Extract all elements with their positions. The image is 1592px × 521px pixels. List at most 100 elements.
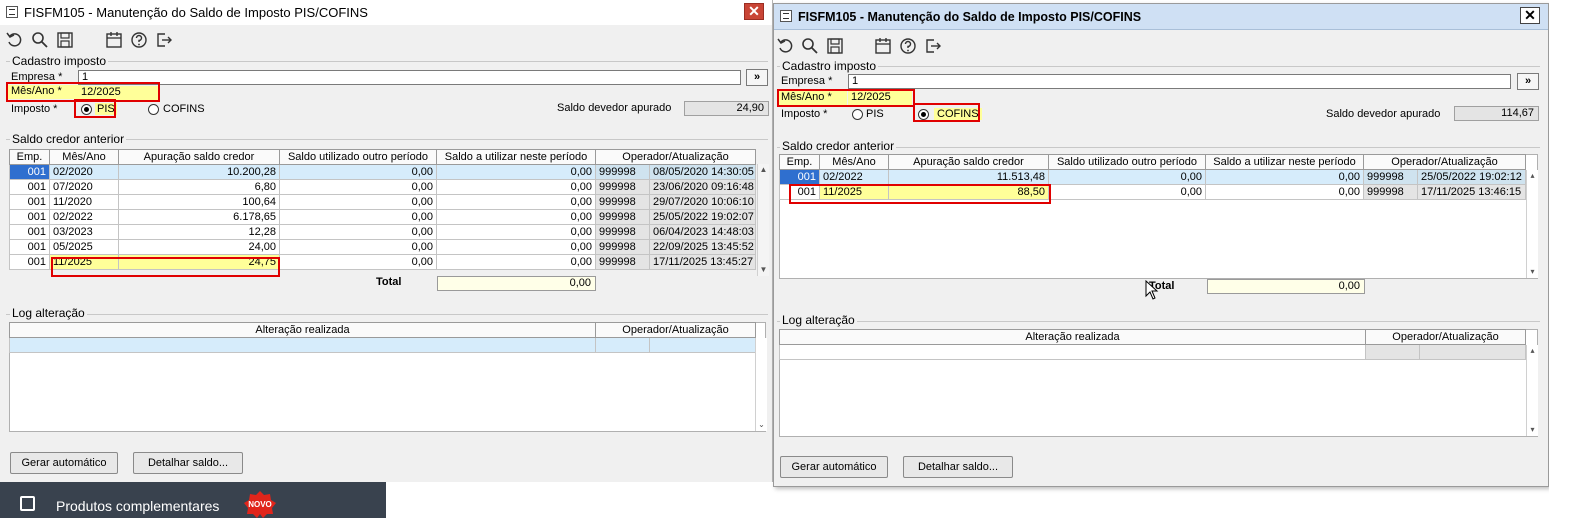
pis-radio-label[interactable]: PIS	[866, 108, 884, 120]
cofins-radio-label[interactable]: COFINS	[934, 108, 982, 120]
close-button[interactable]: ✕	[1520, 7, 1540, 24]
table-cell[interactable]: 001	[9, 194, 50, 210]
col-mesano[interactable]: Mês/Ano	[819, 154, 889, 170]
col-saldo-utilizar[interactable]: Saldo a utilizar neste período	[1205, 154, 1364, 170]
table-row[interactable]: 001 07/2020 6,80 0,00 0,00 999998 23/06/2020 0…	[9, 179, 756, 195]
table-cell[interactable]: 11/2025	[819, 184, 889, 200]
col-emp[interactable]: Emp.	[9, 149, 50, 165]
table-row[interactable]: 001 02/2022 6.178,65 0,00 0,00 999998 25/05/20…	[9, 209, 756, 225]
col-emp[interactable]: Emp.	[779, 154, 820, 170]
table-cell[interactable]: 02/2022	[49, 209, 119, 225]
table-cell[interactable]: 0,00	[1205, 184, 1364, 200]
table-cell[interactable]: 999998	[595, 179, 650, 195]
saldo-credor-scrollbar[interactable]: ▲ ▼	[757, 164, 769, 276]
table-cell[interactable]: 17/11/2025 13:46:15	[1417, 184, 1526, 200]
log-scrollbar[interactable]: ⌄	[755, 338, 767, 431]
table-cell[interactable]: 05/2025	[49, 239, 119, 255]
table-cell[interactable]: 0,00	[279, 179, 437, 195]
calendar-icon[interactable]	[104, 30, 124, 50]
table-cell[interactable]: 23/06/2020 09:16:48	[649, 179, 756, 195]
col-log-operador[interactable]: Operador/Atualização	[1365, 329, 1526, 345]
scroll-down-icon[interactable]: ▼	[758, 264, 769, 275]
pis-radio[interactable]	[81, 104, 92, 115]
table-cell[interactable]: 29/07/2020 10:06:10	[649, 194, 756, 210]
table-cell[interactable]: 999998	[595, 224, 650, 240]
col-apuracao[interactable]: Apuração saldo credor	[888, 154, 1049, 170]
mesano-input[interactable]: 12/2025	[78, 86, 158, 101]
produtos-complementares-label[interactable]: Produtos complementares	[56, 498, 219, 514]
table-cell[interactable]: 999998	[595, 254, 650, 270]
table-cell[interactable]: 0,00	[279, 194, 437, 210]
close-button[interactable]: ✕	[744, 3, 764, 20]
table-cell[interactable]: 0,00	[279, 239, 437, 255]
table-row[interactable]: 001 05/2025 24,00 0,00 0,00 999998 22/09/2025 …	[9, 239, 756, 255]
table-cell[interactable]: 001	[9, 239, 50, 255]
table-cell[interactable]: 12,28	[118, 224, 280, 240]
table-cell[interactable]: 02/2022	[819, 169, 889, 185]
col-operador[interactable]: Operador/Atualização	[1363, 154, 1526, 170]
exit-icon[interactable]	[154, 30, 174, 50]
table-cell[interactable]: 6.178,65	[118, 209, 280, 225]
table-row[interactable]: 001 02/2022 11.513,48 0,00 0,00 999998 25/05/2…	[779, 169, 1526, 185]
gerar-automatico-button[interactable]: Gerar automático	[780, 456, 888, 478]
calendar-icon[interactable]	[873, 36, 893, 56]
table-cell[interactable]: 0,00	[436, 209, 596, 225]
table-cell[interactable]: 001	[9, 209, 50, 225]
table-row[interactable]: 001 11/2025 88,50 0,00 0,00 999998 17/11/2025 …	[779, 184, 1526, 200]
scroll-up-icon[interactable]: ▲	[758, 164, 769, 175]
table-cell[interactable]: 999998	[595, 164, 650, 180]
log-row-cell[interactable]	[1419, 344, 1526, 360]
table-cell[interactable]: 0,00	[436, 224, 596, 240]
scroll-down-icon[interactable]: ▾	[1527, 266, 1538, 277]
table-cell[interactable]: 02/2020	[49, 164, 119, 180]
table-cell[interactable]: 0,00	[436, 239, 596, 255]
table-row[interactable]: 001 11/2020 100,64 0,00 0,00 999998 29/07/2020…	[9, 194, 756, 210]
table-cell[interactable]: 11/2025	[49, 254, 119, 270]
cofins-radio[interactable]	[918, 109, 929, 120]
table-cell[interactable]: 999998	[595, 194, 650, 210]
table-cell[interactable]: 17/11/2025 13:45:27	[649, 254, 756, 270]
table-cell[interactable]: 22/09/2025 13:45:52	[649, 239, 756, 255]
table-cell[interactable]: 25/05/2022 19:02:07	[649, 209, 756, 225]
table-cell[interactable]: 0,00	[436, 179, 596, 195]
log-row-cell[interactable]	[649, 337, 756, 353]
help-icon[interactable]	[898, 36, 918, 56]
table-cell[interactable]: 001	[9, 224, 50, 240]
help-icon[interactable]	[129, 30, 149, 50]
search-icon[interactable]	[30, 30, 50, 50]
col-mesano[interactable]: Mês/Ano	[49, 149, 119, 165]
undo-icon[interactable]	[5, 30, 25, 50]
scroll-down-icon[interactable]: ▾	[1527, 424, 1538, 435]
log-row-cell[interactable]	[779, 344, 1366, 360]
table-cell[interactable]: 001	[9, 254, 50, 270]
detalhar-saldo-button[interactable]: Detalhar saldo...	[133, 452, 243, 474]
table-cell[interactable]: 0,00	[279, 209, 437, 225]
pis-radio[interactable]	[852, 109, 863, 120]
table-cell[interactable]: 24,00	[118, 239, 280, 255]
table-cell[interactable]: 001	[779, 184, 820, 200]
table-cell[interactable]: 999998	[595, 239, 650, 255]
log-row-cell[interactable]	[9, 337, 596, 353]
scroll-down-icon[interactable]: ⌄	[756, 419, 767, 430]
table-row[interactable]: 001 11/2025 24,75 0,00 0,00 999998 17/11/2025 …	[9, 254, 756, 270]
log-row-cell[interactable]	[1365, 344, 1420, 360]
table-cell[interactable]: 100,64	[118, 194, 280, 210]
scroll-up-icon[interactable]: ▴	[1527, 345, 1538, 356]
table-cell[interactable]: 10.200,28	[118, 164, 280, 180]
table-cell[interactable]: 0,00	[436, 164, 596, 180]
table-cell[interactable]: 88,50	[888, 184, 1049, 200]
table-cell[interactable]: 25/05/2022 19:02:12	[1417, 169, 1526, 185]
col-alteracao[interactable]: Alteração realizada	[779, 329, 1366, 345]
table-cell[interactable]: 999998	[1363, 184, 1418, 200]
col-saldo-utilizar[interactable]: Saldo a utilizar neste período	[436, 149, 596, 165]
table-cell[interactable]: 11.513,48	[888, 169, 1049, 185]
table-cell[interactable]: 0,00	[1048, 184, 1206, 200]
table-cell[interactable]: 0,00	[279, 254, 437, 270]
undo-icon[interactable]	[776, 36, 796, 56]
table-cell[interactable]: 001	[9, 179, 50, 195]
col-saldo-utilizado[interactable]: Saldo utilizado outro período	[1048, 154, 1206, 170]
table-cell[interactable]: 999998	[1363, 169, 1418, 185]
table-cell[interactable]: 999998	[595, 209, 650, 225]
col-log-operador[interactable]: Operador/Atualização	[595, 322, 756, 338]
exit-icon[interactable]	[923, 36, 943, 56]
